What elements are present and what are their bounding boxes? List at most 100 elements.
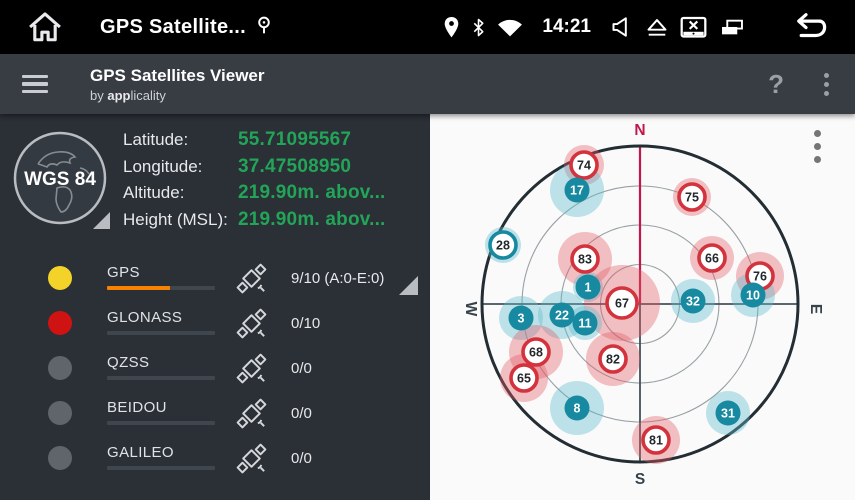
app-subtitle: by applicality <box>90 88 265 103</box>
coord-value: 55.71095567 <box>238 129 351 151</box>
svg-text:74: 74 <box>577 159 591 173</box>
satellite-32: 32 <box>681 289 706 314</box>
coord-row: Altitude:219.90m. abov... <box>123 180 386 207</box>
system-name: BEIDOU <box>107 399 167 416</box>
app-title: GPS Satellites Viewer <box>90 66 265 86</box>
eject-icon[interactable] <box>645 17 669 38</box>
satellite-1: 1 <box>576 275 601 300</box>
system-name: GALILEO <box>107 444 174 461</box>
svg-text:68: 68 <box>529 346 543 360</box>
system-row-glonass[interactable]: GLONASS 0/10 <box>0 304 430 348</box>
plot-overflow-menu-icon[interactable] <box>808 124 827 169</box>
coord-value: 219.90m. abov... <box>238 209 386 231</box>
svg-text:32: 32 <box>686 295 700 309</box>
svg-text:22: 22 <box>555 309 569 323</box>
satellite-31: 31 <box>716 401 741 426</box>
system-progress-bar <box>107 421 215 425</box>
svg-text:66: 66 <box>705 252 719 266</box>
system-progress-bar <box>107 376 215 380</box>
satellite-65: 65 <box>511 365 537 391</box>
satellite-68: 68 <box>523 339 549 365</box>
system-status-dot <box>48 356 72 380</box>
recent-windows-icon[interactable] <box>718 17 746 38</box>
compass-label: E <box>807 304 824 314</box>
system-row-galileo[interactable]: GALILEO 0/0 <box>0 439 430 483</box>
app-titles: GPS Satellites Viewer by applicality <box>90 66 265 103</box>
back-return-icon[interactable] <box>783 11 829 43</box>
menu-hamburger-icon[interactable] <box>22 67 62 101</box>
satellite-icon <box>233 350 270 387</box>
coord-row: Height (MSL):219.90m. abov... <box>123 207 386 234</box>
svg-text:67: 67 <box>615 297 629 311</box>
system-status-dot <box>48 266 72 290</box>
status-app-title: GPS Satellite... <box>100 16 246 39</box>
satellite-17: 17 <box>565 178 590 203</box>
system-progress-bar <box>107 466 215 470</box>
overflow-menu-icon[interactable] <box>818 67 835 102</box>
svg-text:83: 83 <box>578 253 592 267</box>
help-button[interactable]: ? <box>760 69 792 100</box>
svg-text:76: 76 <box>753 270 767 284</box>
satellite-74: 74 <box>571 152 597 178</box>
system-name: GPS <box>107 264 140 281</box>
satellite-10: 10 <box>741 283 766 308</box>
svg-text:8: 8 <box>574 402 581 416</box>
system-status-dot <box>48 446 72 470</box>
svg-text:11: 11 <box>578 317 591 331</box>
system-status-dot <box>48 311 72 335</box>
status-time: 14:21 <box>542 16 591 38</box>
info-panel: WGS 84 Latitude:55.71095567Longitude:37.… <box>0 114 430 500</box>
system-row-qzss[interactable]: QZSS 0/0 <box>0 349 430 393</box>
coord-label: Latitude: <box>123 130 238 150</box>
system-count: 0/0 <box>291 450 312 467</box>
system-row-gps[interactable]: GPS 9/10 (A:0-E:0) <box>0 259 430 303</box>
system-progress-bar <box>107 286 215 290</box>
compass-label: N <box>634 122 645 139</box>
satellite-67: 67 <box>607 288 637 318</box>
satellite-8: 8 <box>565 396 590 421</box>
system-count: 0/0 <box>291 360 312 377</box>
svg-text:10: 10 <box>746 289 760 303</box>
screen-off-icon[interactable] <box>680 16 707 39</box>
coord-value: 37.47508950 <box>238 156 351 178</box>
satellite-22: 22 <box>550 303 575 328</box>
sky-panel: NSWE741775288366761673210322116865828318… <box>430 114 855 500</box>
coord-value: 219.90m. abov... <box>238 182 386 204</box>
svg-text:1: 1 <box>585 281 592 295</box>
svg-text:3: 3 <box>518 312 525 326</box>
system-row-beidou[interactable]: BEIDOU 0/0 <box>0 394 430 438</box>
volume-icon[interactable] <box>610 15 634 39</box>
svg-text:82: 82 <box>606 353 620 367</box>
compass-label: S <box>635 471 645 488</box>
satellite-66: 66 <box>699 245 725 271</box>
svg-text:81: 81 <box>649 434 663 448</box>
coord-label: Longitude: <box>123 157 238 177</box>
compass-label: W <box>462 302 479 317</box>
coord-row: Latitude:55.71095567 <box>123 127 386 154</box>
system-count: 9/10 (A:0-E:0) <box>291 270 384 287</box>
satellite-icon <box>233 260 270 297</box>
svg-text:65: 65 <box>517 372 531 386</box>
satellite-81: 81 <box>643 427 669 453</box>
sky-plot: NSWE741775288366761673210322116865828318… <box>430 114 855 500</box>
datum-label: WGS 84 <box>24 169 96 190</box>
system-name: QZSS <box>107 354 149 371</box>
home-button[interactable] <box>22 7 68 47</box>
content: WGS 84 Latitude:55.71095567Longitude:37.… <box>0 114 855 500</box>
svg-text:31: 31 <box>721 407 735 421</box>
bluetooth-icon <box>471 16 486 39</box>
system-progress-bar <box>107 331 215 335</box>
home-icon <box>25 10 65 44</box>
satellite-11: 11 <box>573 311 598 336</box>
system-name: GLONASS <box>107 309 182 326</box>
system-status-dot <box>48 401 72 425</box>
coord-row: Longitude:37.47508950 <box>123 154 386 181</box>
app-bar: GPS Satellites Viewer by applicality ? <box>0 54 855 114</box>
system-count: 0/0 <box>291 405 312 422</box>
svg-text:28: 28 <box>496 239 510 253</box>
status-bar: GPS Satellite... 14:21 <box>0 0 855 54</box>
screen: GPS Satellite... 14:21 <box>0 0 855 500</box>
coord-label: Altitude: <box>123 183 238 203</box>
satellite-28: 28 <box>490 232 516 258</box>
globe-expander-icon[interactable] <box>93 212 110 229</box>
